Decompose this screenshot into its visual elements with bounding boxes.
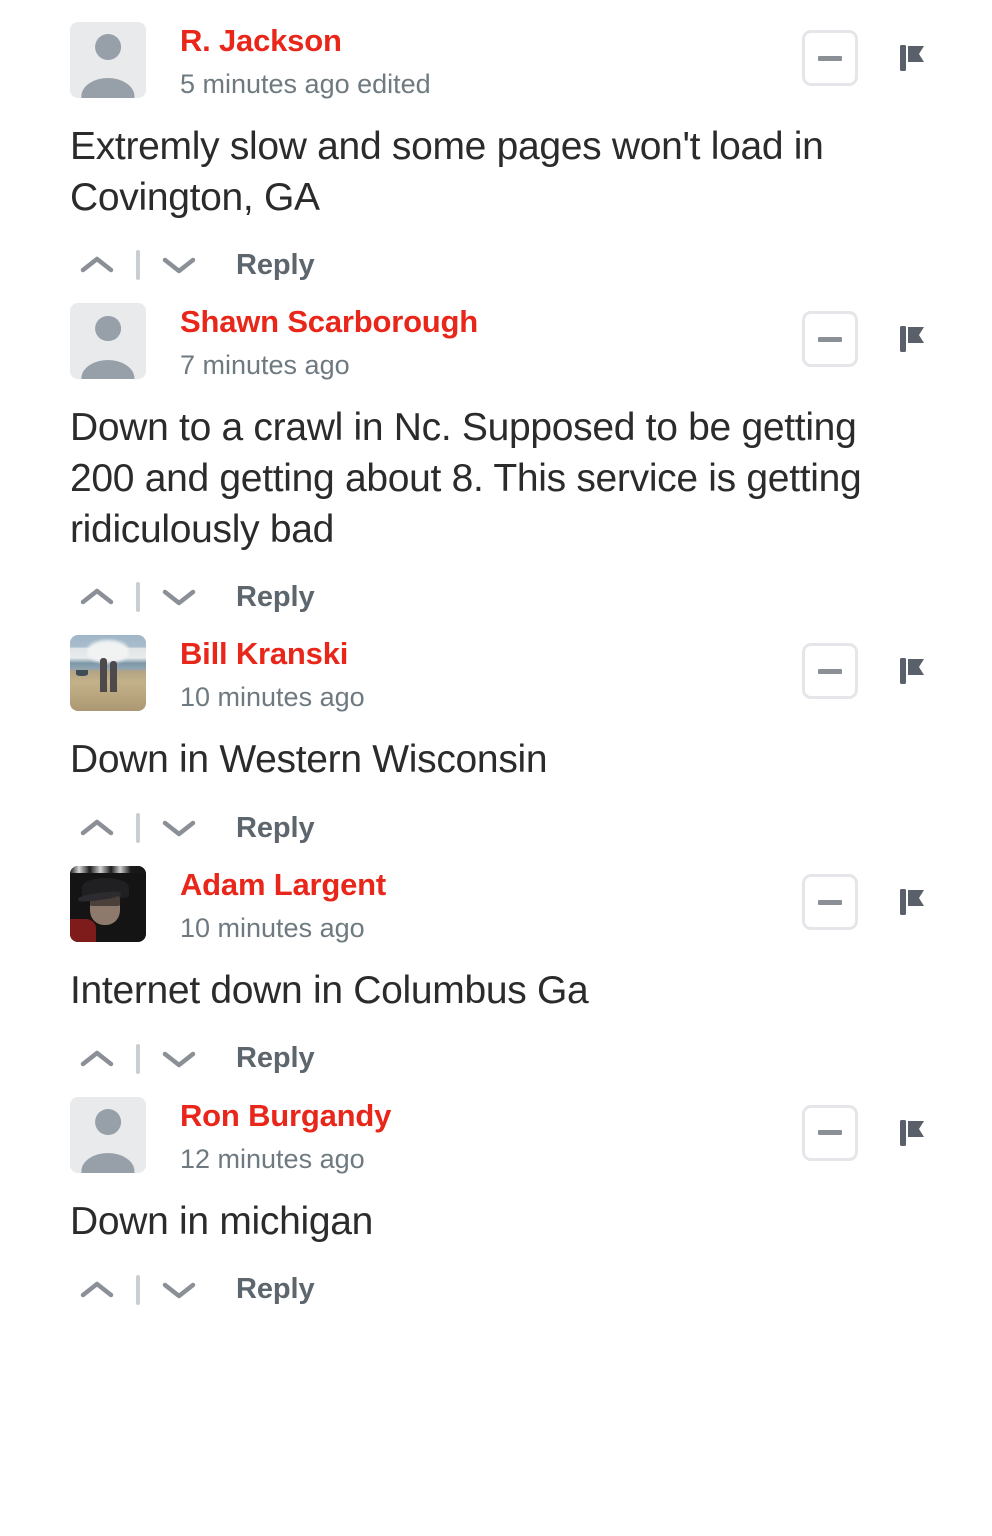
comment-footer: Reply bbox=[70, 1039, 928, 1079]
vote-divider bbox=[136, 1274, 140, 1305]
collapse-button[interactable] bbox=[802, 874, 858, 931]
flag-icon[interactable] bbox=[898, 41, 928, 75]
avatar-photo-cloud bbox=[86, 639, 130, 663]
author-name[interactable]: Bill Kranski bbox=[180, 637, 365, 672]
reply-button[interactable]: Reply bbox=[236, 1273, 315, 1306]
flag-icon[interactable] bbox=[898, 322, 928, 356]
flag-icon[interactable] bbox=[898, 654, 928, 688]
downvote-icon[interactable] bbox=[156, 808, 202, 848]
comment-body: Down to a crawl in Nc. Supposed to be ge… bbox=[70, 406, 862, 551]
avatar[interactable] bbox=[70, 635, 146, 712]
avatar[interactable] bbox=[70, 303, 146, 380]
comment-item: Bill Kranski 10 minutes ago Down in West… bbox=[0, 635, 992, 848]
author-name[interactable]: Ron Burgandy bbox=[180, 1098, 391, 1134]
header-actions bbox=[802, 874, 928, 931]
downvote-icon[interactable] bbox=[156, 577, 202, 617]
downvote-icon[interactable] bbox=[156, 1039, 202, 1079]
upvote-icon[interactable] bbox=[74, 1270, 120, 1310]
header-actions bbox=[802, 30, 928, 86]
reply-button[interactable]: Reply bbox=[236, 581, 315, 614]
comment-item: Ron Burgandy 12 minutes ago Down in mich… bbox=[0, 1096, 992, 1310]
collapse-button[interactable] bbox=[802, 30, 858, 86]
author-name[interactable]: R. Jackson bbox=[180, 23, 431, 59]
reply-button[interactable]: Reply bbox=[236, 1042, 315, 1075]
upvote-icon[interactable] bbox=[74, 1039, 120, 1079]
vote-divider bbox=[136, 582, 140, 613]
comment-footer: Reply bbox=[70, 1270, 928, 1310]
comment-header: Bill Kranski 10 minutes ago bbox=[70, 635, 928, 719]
author-block: Ron Burgandy 12 minutes ago bbox=[180, 1097, 391, 1175]
comment-footer: Reply bbox=[70, 577, 928, 617]
comment-list: R. Jackson 5 minutes ago edited Extremly… bbox=[0, 0, 992, 1310]
avatar[interactable] bbox=[70, 866, 146, 943]
comment-item: Shawn Scarborough 7 minutes ago Down to … bbox=[0, 303, 992, 617]
comment-body: Extremly slow and some pages won't load … bbox=[70, 125, 824, 219]
flag-icon[interactable] bbox=[898, 885, 928, 919]
comment-body: Down in michigan bbox=[70, 1199, 374, 1243]
minus-icon bbox=[818, 899, 842, 905]
avatar-photo-figure bbox=[100, 658, 108, 692]
collapse-button[interactable] bbox=[802, 311, 858, 368]
author-block: Adam Largent 10 minutes ago bbox=[180, 866, 386, 944]
avatar-photo-boat bbox=[76, 670, 89, 676]
avatar-photo-topstrip bbox=[70, 866, 146, 873]
minus-icon bbox=[818, 336, 842, 342]
comment-timestamp: 10 minutes ago bbox=[180, 682, 365, 713]
comment-body: Internet down in Columbus Ga bbox=[70, 969, 589, 1013]
vote-divider bbox=[136, 813, 140, 844]
minus-icon bbox=[818, 55, 842, 61]
header-actions bbox=[802, 311, 928, 368]
downvote-icon[interactable] bbox=[156, 1270, 202, 1310]
reply-button[interactable]: Reply bbox=[236, 812, 315, 845]
comment-header: Shawn Scarborough 7 minutes ago bbox=[70, 303, 928, 387]
comment-footer: Reply bbox=[70, 245, 928, 285]
avatar-photo-accent bbox=[70, 919, 96, 943]
comment-body: Down in Western Wisconsin bbox=[70, 738, 548, 782]
header-actions bbox=[802, 643, 928, 700]
author-name[interactable]: Shawn Scarborough bbox=[180, 305, 478, 340]
comment-timestamp: 12 minutes ago bbox=[180, 1143, 365, 1174]
avatar[interactable] bbox=[70, 1096, 146, 1173]
downvote-icon[interactable] bbox=[156, 245, 202, 285]
avatar[interactable] bbox=[70, 22, 146, 98]
author-block: Bill Kranski 10 minutes ago bbox=[180, 635, 365, 713]
comment-timestamp: 7 minutes ago bbox=[180, 350, 350, 381]
comment-item: R. Jackson 5 minutes ago edited Extremly… bbox=[0, 22, 992, 285]
author-block: R. Jackson 5 minutes ago edited bbox=[180, 22, 431, 100]
comment-header: R. Jackson 5 minutes ago edited bbox=[70, 22, 928, 106]
flag-icon[interactable] bbox=[898, 1116, 928, 1150]
upvote-icon[interactable] bbox=[74, 808, 120, 848]
comment-item: Adam Largent 10 minutes ago Internet dow… bbox=[0, 866, 992, 1079]
minus-icon bbox=[818, 668, 842, 674]
author-block: Shawn Scarborough 7 minutes ago bbox=[180, 303, 478, 381]
vote-divider bbox=[136, 250, 140, 281]
comment-timestamp: 5 minutes ago edited bbox=[180, 68, 431, 99]
collapse-button[interactable] bbox=[802, 643, 858, 700]
header-actions bbox=[802, 1104, 928, 1161]
comment-timestamp: 10 minutes ago bbox=[180, 912, 365, 943]
vote-divider bbox=[136, 1043, 140, 1074]
author-name[interactable]: Adam Largent bbox=[180, 867, 386, 903]
avatar-photo-figure bbox=[109, 660, 118, 693]
collapse-button[interactable] bbox=[802, 1104, 858, 1161]
upvote-icon[interactable] bbox=[74, 577, 120, 617]
upvote-icon[interactable] bbox=[74, 245, 120, 285]
comment-header: Adam Largent 10 minutes ago bbox=[70, 866, 928, 950]
comment-footer: Reply bbox=[70, 808, 928, 848]
minus-icon bbox=[818, 1130, 842, 1136]
comment-header: Ron Burgandy 12 minutes ago bbox=[70, 1096, 928, 1181]
reply-button[interactable]: Reply bbox=[236, 249, 315, 282]
